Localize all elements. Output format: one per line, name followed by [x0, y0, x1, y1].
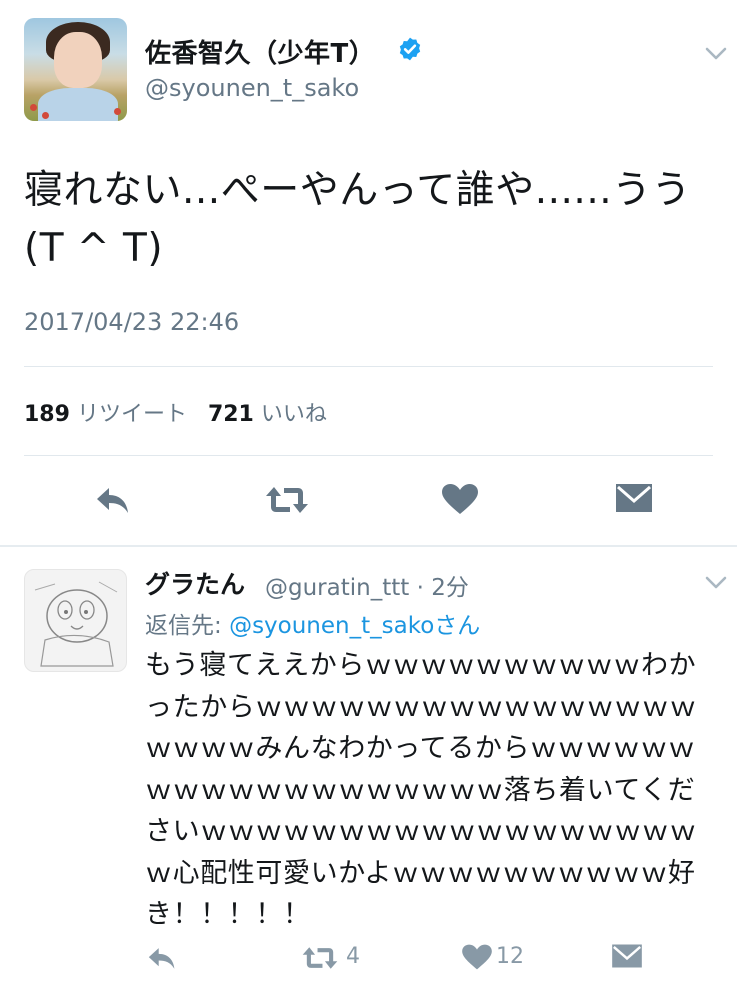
reply-to-link[interactable]: @syounen_t_sako: [229, 613, 434, 639]
reply-author-display-name[interactable]: グラたん: [145, 565, 245, 601]
reply-author-handle-time[interactable]: @guratin_ttt · 2分: [265, 568, 469, 602]
chevron-down-icon[interactable]: [705, 576, 727, 590]
reply-retweet-count[interactable]: 4: [346, 944, 360, 969]
thread-separator: [0, 545, 737, 547]
like-label[interactable]: いいね: [261, 402, 327, 427]
tweet-timestamp: 2017/04/23 22:46: [24, 308, 240, 336]
retweet-label[interactable]: リツイート: [77, 402, 187, 427]
reply-icon[interactable]: [145, 944, 179, 972]
reply-text: もう寝てええからｗｗｗｗｗｗｗｗｗｗわかったからｗｗｗｗｗｗｗｗｗｗｗｗｗｗｗｗ…: [145, 650, 697, 930]
divider: [24, 455, 713, 456]
author-handle[interactable]: @syounen_t_sako: [145, 74, 359, 102]
reply-to-line: 返信先: @syounen_t_sakoさん: [145, 613, 481, 639]
reply-like-count[interactable]: 12: [496, 944, 524, 969]
author-avatar[interactable]: [24, 18, 127, 121]
chevron-down-icon[interactable]: [705, 47, 727, 61]
retweet-icon[interactable]: [264, 483, 310, 517]
like-heart-icon[interactable]: [440, 482, 480, 516]
reply-icon[interactable]: [93, 483, 133, 517]
like-count[interactable]: 721: [208, 402, 254, 427]
author-display-name[interactable]: 佐香智久（少年T）: [145, 33, 375, 70]
tweet-stats: 189 リツイート 721 いいね: [24, 396, 327, 428]
verified-badge-icon: [399, 37, 421, 61]
tweet-text: 寝れない...ぺーやんって誰や......うう (T ^ T): [24, 168, 692, 271]
direct-message-icon[interactable]: [610, 942, 644, 970]
retweet-icon[interactable]: [300, 944, 340, 972]
direct-message-icon[interactable]: [614, 481, 654, 515]
reply-author-avatar[interactable]: [24, 569, 127, 672]
divider: [24, 366, 713, 367]
retweet-count[interactable]: 189: [24, 402, 70, 427]
like-heart-icon[interactable]: [460, 943, 494, 971]
